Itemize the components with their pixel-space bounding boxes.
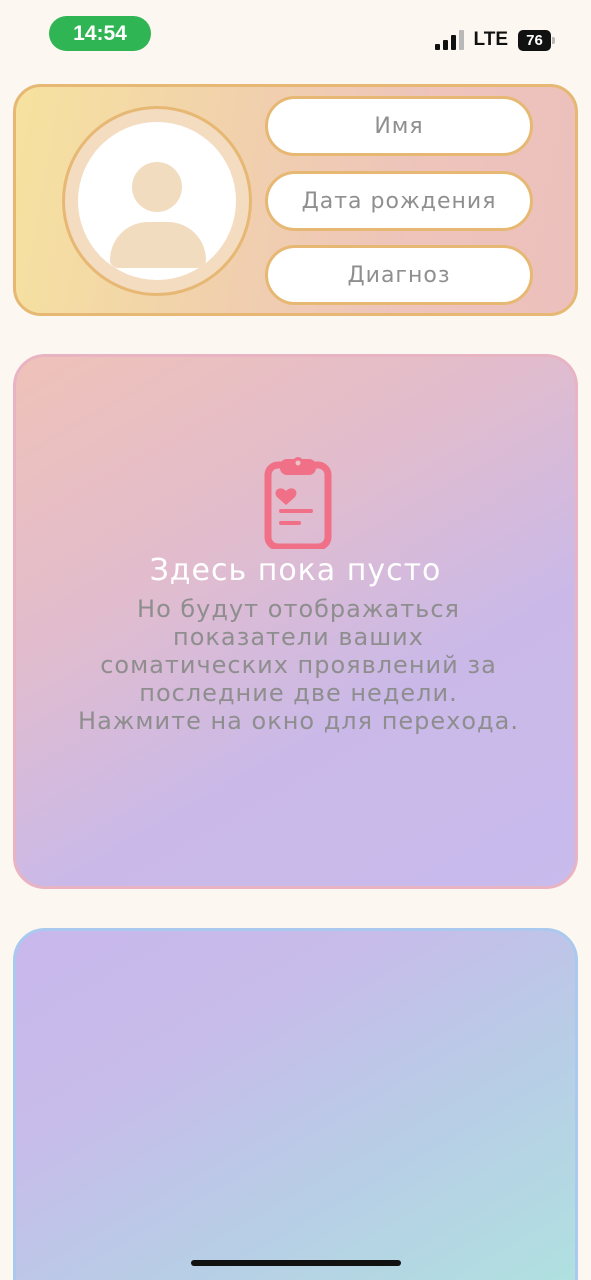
status-time: 14:54	[49, 16, 151, 51]
diagnosis-field[interactable]: Диагноз	[265, 245, 533, 305]
name-field[interactable]: Имя	[265, 96, 533, 156]
avatar[interactable]	[62, 106, 252, 296]
birthdate-field[interactable]: Дата рождения	[265, 171, 533, 231]
home-indicator[interactable]	[191, 1260, 401, 1266]
network-type: LTE	[473, 29, 508, 50]
battery-icon: 76	[518, 29, 555, 51]
status-indicators: LTE 76	[434, 26, 555, 54]
clipboard-heart-icon	[264, 457, 332, 549]
signal-icon	[434, 30, 464, 50]
profile-card: Имя Дата рождения Диагноз	[13, 84, 578, 316]
empty-state-title: Здесь пока пусто	[149, 553, 442, 588]
screen: 14:54 LTE 76 Имя Дата рождения Диагноз З…	[0, 0, 591, 1280]
secondary-panel[interactable]	[13, 928, 578, 1280]
somatic-panel[interactable]: Здесь пока пусто Но будут отображаться п…	[13, 354, 578, 889]
battery-level: 76	[526, 31, 543, 49]
user-icon	[78, 122, 236, 280]
empty-state-description: Но будут отображаться показатели ваших с…	[78, 595, 519, 735]
